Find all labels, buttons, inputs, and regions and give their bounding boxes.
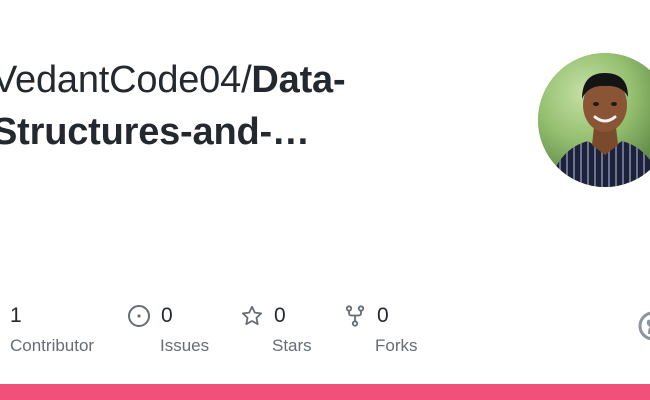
repo-separator: /: [241, 59, 252, 101]
forks-label: Forks: [375, 336, 418, 355]
repo-owner: VedantCode04: [0, 59, 242, 101]
repo-title: VedantCode04/Data- Structures-and-…: [0, 54, 462, 158]
repo-social-card: VedantCode04/Data- Structures-and-… 1 Co…: [0, 0, 650, 400]
issues-label: Issues: [160, 336, 210, 355]
contributors-label: Contributor: [10, 336, 95, 355]
repo-name-part-2: Structures-and-…: [0, 111, 310, 153]
issues-count: 0: [161, 304, 173, 327]
repo-name-part-1: Data-: [251, 59, 346, 101]
repo-forked-icon: [343, 304, 367, 328]
star-icon: [240, 304, 264, 328]
stat-stars: 0 Stars: [240, 303, 312, 356]
stat-contributors: 1 Contributor: [10, 303, 94, 356]
stat-forks: 0 Forks: [343, 303, 418, 356]
stars-count: 0: [274, 304, 286, 327]
forks-count: 0: [377, 304, 389, 327]
stat-issues: 0 Issues: [127, 303, 209, 356]
language-color-bar: [0, 384, 650, 400]
contributors-count: 1: [10, 304, 22, 327]
owner-avatar: [538, 53, 650, 187]
github-logo-icon: [638, 311, 650, 341]
stars-label: Stars: [272, 336, 312, 355]
repo-title-line-1: VedantCode04/Data-: [0, 54, 462, 106]
issue-opened-icon: [127, 304, 151, 328]
